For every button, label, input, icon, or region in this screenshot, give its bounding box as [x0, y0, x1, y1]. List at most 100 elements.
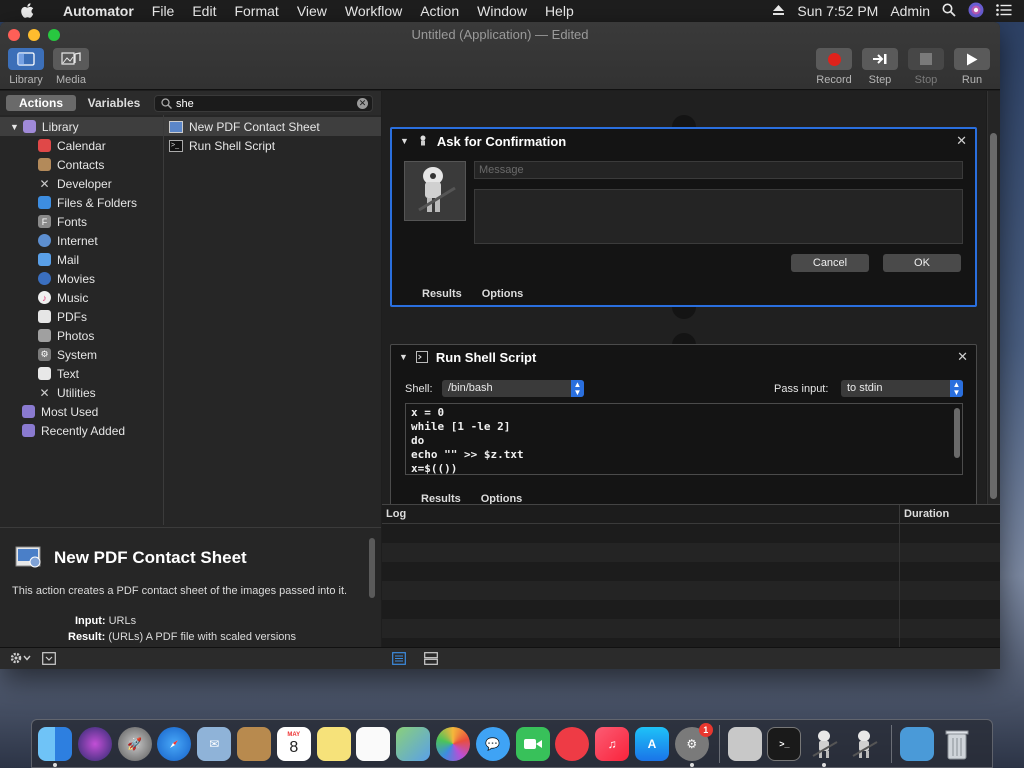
category-mail[interactable]: Mail [0, 250, 163, 269]
messages-icon[interactable]: 💬 [475, 726, 510, 761]
contacts-icon[interactable] [236, 726, 271, 761]
step-button[interactable]: Step [862, 48, 898, 86]
automator-icon[interactable] [847, 727, 881, 761]
smart-group-recently-added[interactable]: Recently Added [0, 421, 163, 440]
automator-icon[interactable] [807, 727, 841, 767]
collapse-triangle-icon[interactable]: ▼ [400, 136, 409, 146]
run-shell-script-action[interactable]: ▼ Run Shell Script ✕ Shell: /bin/bash ▲ ▼… [390, 344, 977, 511]
category-fonts[interactable]: F Fonts [0, 212, 163, 231]
category-music[interactable]: ♪ Music [0, 288, 163, 307]
run-button[interactable]: Run [954, 48, 990, 86]
remove-action-close-icon[interactable]: ✕ [957, 349, 968, 365]
menu-help[interactable]: Help [536, 0, 583, 22]
spotlight-icon[interactable] [942, 3, 956, 20]
smart-group-most-used[interactable]: Most Used [0, 402, 163, 421]
list-view-icon[interactable] [392, 652, 406, 668]
menu-edit[interactable]: Edit [183, 0, 225, 22]
category-internet[interactable]: Internet [0, 231, 163, 250]
options-tab[interactable]: Options [482, 288, 524, 300]
stop-label: Stop [914, 74, 938, 86]
trash-icon[interactable] [940, 727, 974, 761]
action-item-new-pdf-contact-sheet[interactable]: New PDF Contact Sheet [164, 117, 381, 136]
library-root-item[interactable]: ▼ Library [0, 117, 163, 136]
split-view-icon[interactable] [424, 652, 438, 668]
reminders-icon[interactable] [356, 726, 391, 761]
apple-menu-icon[interactable] [18, 2, 36, 20]
notes-icon[interactable] [316, 726, 351, 761]
menu-view[interactable]: View [288, 0, 336, 22]
collapse-triangle-icon[interactable]: ▼ [399, 352, 408, 362]
remove-action-close-icon[interactable]: ✕ [956, 133, 967, 149]
clear-search-icon[interactable]: ✕ [357, 98, 368, 109]
menu-app-automator[interactable]: Automator [54, 0, 143, 22]
gear-menu-icon[interactable] [10, 651, 32, 668]
menu-window[interactable]: Window [468, 0, 536, 22]
news-icon[interactable] [555, 726, 590, 761]
category-utilities[interactable]: ✕ Utilities [0, 383, 163, 402]
tab-actions[interactable]: Actions [6, 95, 76, 111]
category-text[interactable]: Text [0, 364, 163, 383]
preview-icon[interactable] [727, 726, 762, 761]
shell-popup[interactable]: /bin/bash ▲ ▼ [442, 380, 584, 397]
description-scrollbar[interactable] [369, 538, 375, 598]
category-files-folders[interactable]: Files & Folders [0, 193, 163, 212]
app-store-icon[interactable]: A [634, 726, 669, 761]
system-preferences-icon[interactable]: ⚙ 1 [674, 722, 713, 767]
disclosure-open-icon[interactable]: ▼ [10, 122, 19, 132]
category-pdfs[interactable]: PDFs [0, 307, 163, 326]
record-button[interactable]: Record [816, 48, 852, 86]
siri-icon[interactable] [968, 2, 984, 21]
category-movies[interactable]: Movies [0, 269, 163, 288]
launchpad-icon[interactable]: 🚀 [117, 726, 152, 761]
action-label: New PDF Contact Sheet [189, 119, 320, 134]
notification-center-icon[interactable] [996, 3, 1012, 19]
finder-icon[interactable] [38, 726, 72, 767]
workflow-scrollbar-thumb[interactable] [990, 133, 997, 499]
mail-stamp-icon[interactable]: ✉ [197, 726, 232, 761]
action-item-run-shell-script[interactable]: >_ Run Shell Script [164, 136, 381, 155]
ok-button[interactable]: OK [883, 254, 961, 272]
menubar-clock[interactable]: Sun 7:52 PM [797, 3, 878, 19]
ask-for-confirmation-action[interactable]: ▼ Ask for Confirmation ✕ Message Cancel … [390, 127, 977, 307]
globe-icon [38, 234, 51, 247]
calendar-icon[interactable]: MAY 8 [276, 726, 311, 761]
pane-divider[interactable] [163, 115, 164, 525]
media-toolbar-button[interactable]: Media [53, 48, 89, 86]
menu-format[interactable]: Format [225, 0, 287, 22]
script-scrollbar[interactable] [954, 408, 960, 458]
category-calendar[interactable]: Calendar [0, 136, 163, 155]
message-detail-field[interactable] [474, 189, 963, 244]
stop-button[interactable]: Stop [908, 48, 944, 86]
toggle-description-icon[interactable] [42, 652, 56, 668]
cancel-button[interactable]: Cancel [791, 254, 869, 272]
category-developer[interactable]: ✕ Developer [0, 174, 163, 193]
tab-variables[interactable]: Variables [80, 95, 148, 111]
maps-icon[interactable] [396, 726, 431, 761]
category-contacts[interactable]: Contacts [0, 155, 163, 174]
menu-file[interactable]: File [143, 0, 184, 22]
menubar-user[interactable]: Admin [890, 3, 930, 19]
script-editor[interactable]: x = 0 while [1 -le 2] do echo "" >> $z.t… [405, 403, 963, 475]
menu-workflow[interactable]: Workflow [336, 0, 411, 22]
message-field[interactable]: Message [474, 161, 963, 179]
downloads-folder-icon[interactable] [899, 726, 934, 761]
log-column-header[interactable]: Log [386, 508, 406, 520]
library-toolbar-button[interactable]: Library [8, 48, 44, 86]
search-input[interactable] [176, 97, 356, 111]
category-system[interactable]: ⚙ System [0, 345, 163, 364]
category-photos[interactable]: Photos [0, 326, 163, 345]
photos-icon[interactable] [435, 726, 470, 761]
column-separator[interactable] [899, 505, 900, 524]
safari-icon[interactable] [157, 726, 192, 761]
duration-column-header[interactable]: Duration [904, 508, 949, 520]
facetime-icon[interactable] [515, 726, 550, 761]
terminal-icon[interactable]: >_ [767, 726, 802, 761]
stop-icon [908, 48, 944, 70]
eject-icon[interactable] [772, 3, 785, 19]
music-icon[interactable]: ♫ [595, 726, 630, 761]
results-tab[interactable]: Results [422, 288, 462, 300]
siri-icon[interactable] [77, 726, 112, 761]
pass-input-popup[interactable]: to stdin ▲ ▼ [841, 380, 963, 397]
library-icon [8, 48, 44, 70]
menu-action[interactable]: Action [411, 0, 468, 22]
